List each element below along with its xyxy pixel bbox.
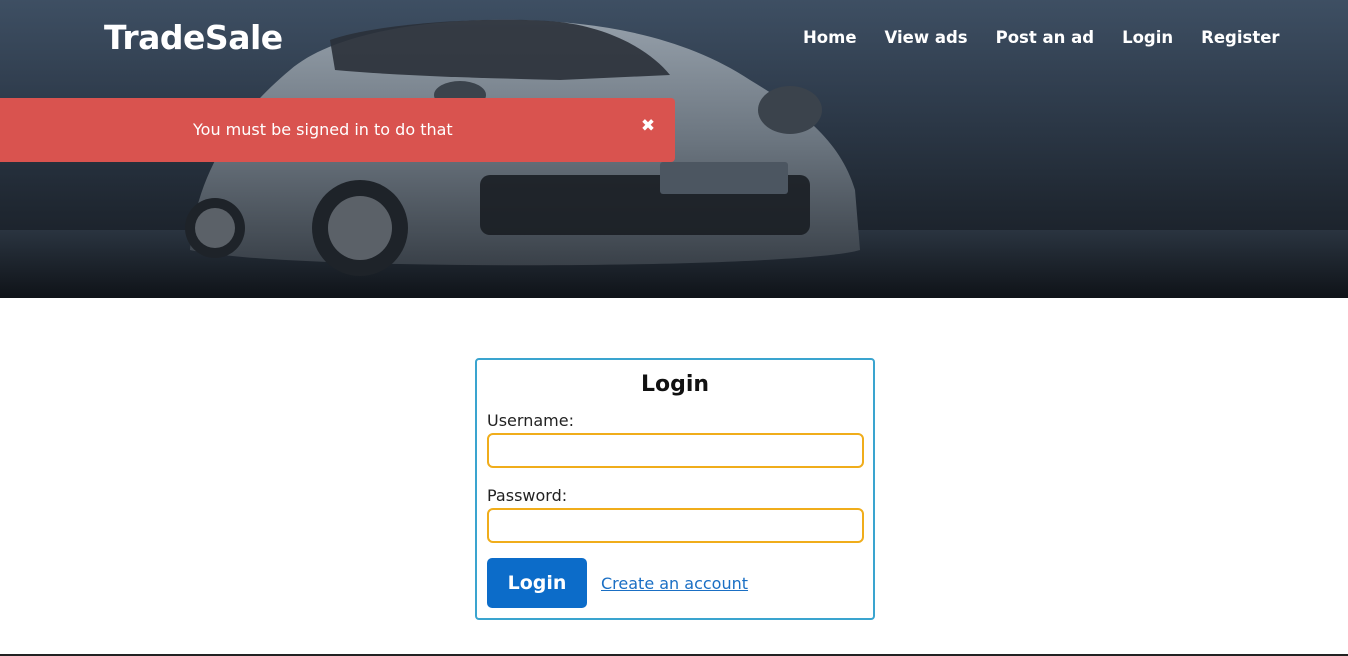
- username-input[interactable]: [487, 433, 864, 468]
- login-button[interactable]: Login: [487, 558, 587, 608]
- nav-register[interactable]: Register: [1201, 28, 1279, 47]
- error-alert: You must be signed in to do that ✖: [0, 98, 675, 162]
- create-account-link[interactable]: Create an account: [601, 574, 748, 593]
- login-title: Login: [640, 372, 710, 397]
- alert-message: You must be signed in to do that: [193, 120, 453, 139]
- nav-view-ads[interactable]: View ads: [885, 28, 968, 47]
- close-icon[interactable]: ✖: [638, 116, 658, 136]
- password-label: Password:: [487, 486, 568, 505]
- nav-login[interactable]: Login: [1122, 28, 1173, 47]
- main-nav: Home View ads Post an ad Login Register: [803, 28, 1280, 47]
- login-form: Login Username: Password: Login Create a…: [475, 358, 875, 620]
- username-label: Username:: [487, 411, 574, 430]
- site-logo[interactable]: TradeSale: [104, 18, 283, 57]
- nav-home[interactable]: Home: [803, 28, 857, 47]
- password-input[interactable]: [487, 508, 864, 543]
- nav-post-ad[interactable]: Post an ad: [996, 28, 1094, 47]
